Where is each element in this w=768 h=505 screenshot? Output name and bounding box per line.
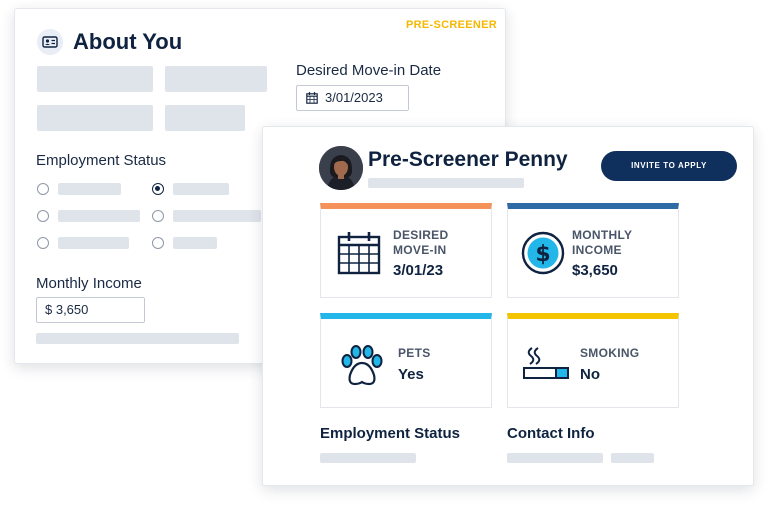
move-in-date-field[interactable]: 3/01/2023 [296, 85, 409, 111]
employment-radio-selected[interactable] [152, 183, 164, 195]
desired-move-in-tile: DESIRED MOVE-IN 3/01/23 [320, 203, 492, 298]
footer-placeholder [36, 333, 239, 344]
applicant-subtitle-placeholder [368, 178, 524, 188]
contact-placeholder [611, 453, 654, 463]
name-field-placeholder[interactable] [165, 105, 245, 131]
tile-label: PETS [398, 346, 431, 360]
employment-status-heading: Employment Status [320, 425, 461, 442]
cigarette-icon [523, 347, 569, 379]
radio-option-placeholder [58, 183, 121, 195]
employment-radio[interactable] [152, 237, 164, 249]
name-field-placeholder[interactable] [37, 105, 153, 131]
employment-placeholder [320, 453, 416, 463]
tile-label-line2: MOVE-IN [393, 243, 447, 257]
calendar-small-icon [306, 92, 318, 104]
tile-value: $3,650 [572, 262, 618, 279]
tile-value: Yes [398, 366, 424, 383]
radio-option-placeholder [173, 183, 229, 195]
invite-to-apply-button[interactable]: INVITE TO APPLY [601, 151, 737, 181]
pre-screener-tag: PRE-SCREENER [405, 19, 497, 31]
employment-radio[interactable] [152, 210, 164, 222]
employment-radio[interactable] [37, 237, 49, 249]
radio-option-placeholder [58, 237, 129, 249]
monthly-income-label: Monthly Income [36, 275, 142, 292]
radio-option-placeholder [173, 210, 261, 222]
move-in-label: Desired Move-in Date [296, 62, 442, 79]
paw-icon [341, 345, 383, 386]
monthly-income-field[interactable]: $ 3,650 [36, 297, 145, 323]
id-card-icon [37, 29, 63, 55]
pets-tile: PETS Yes [320, 313, 492, 408]
contact-placeholder [507, 453, 603, 463]
tile-label-line1: DESIRED [393, 228, 449, 242]
avatar [319, 146, 363, 190]
calendar-icon [337, 232, 381, 275]
name-field-placeholder[interactable] [37, 66, 153, 92]
svg-text:$: $ [535, 242, 550, 267]
tile-value: No [580, 366, 600, 383]
tile-value: 3/01/23 [393, 262, 444, 279]
move-in-date-value: 3/01/2023 [325, 90, 383, 105]
tile-label-line1: MONTHLY [572, 228, 633, 242]
dollar-icon: $ [521, 231, 565, 275]
tile-label: SMOKING [580, 346, 640, 360]
applicant-name: Pre-Screener Penny [368, 148, 568, 171]
pre-screener-penny-card: Pre-Screener Penny INVITE TO APPLY DESIR… [262, 126, 754, 486]
about-you-title: About You [73, 29, 183, 54]
employment-status-label: Employment Status [36, 152, 167, 169]
employment-radio[interactable] [37, 183, 49, 195]
employment-radio[interactable] [37, 210, 49, 222]
name-field-placeholder[interactable] [165, 66, 267, 92]
tile-label-line2: INCOME [572, 243, 622, 257]
radio-option-placeholder [58, 210, 140, 222]
radio-option-placeholder [173, 237, 217, 249]
smoking-tile: SMOKING No [507, 313, 679, 408]
monthly-income-tile: $ MONTHLY INCOME $3,650 [507, 203, 679, 298]
contact-info-heading: Contact Info [507, 425, 595, 442]
